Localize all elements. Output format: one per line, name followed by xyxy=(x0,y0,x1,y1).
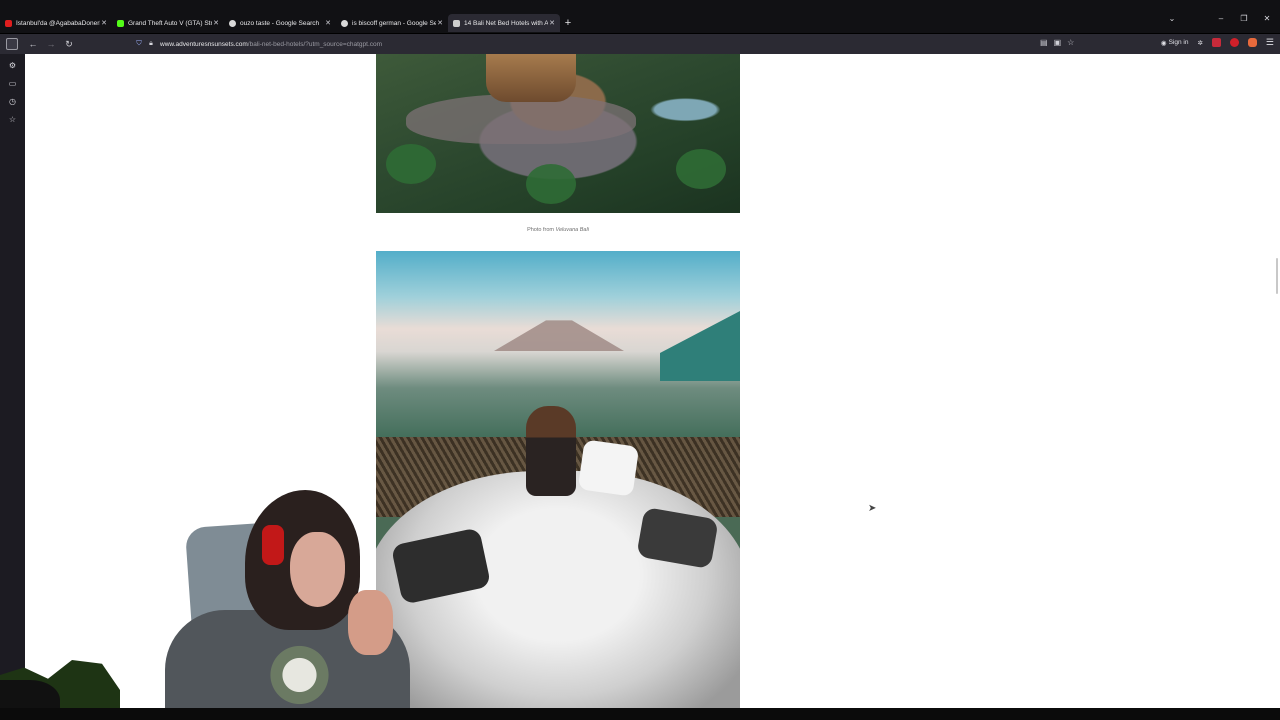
account-icon: ◉ xyxy=(1160,39,1167,47)
page-favicon-icon xyxy=(453,19,460,27)
tab-strip: İstanbul'da @AgababaDonerR ✕ Grand Theft… xyxy=(0,0,1280,34)
reader-view-icon[interactable]: ▤ xyxy=(1040,38,1048,47)
google-favicon-icon xyxy=(341,19,348,27)
navigation-toolbar: ← → ↻ ⛉ 🔒︎ www.adventuresnsunsets.com/ba… xyxy=(0,34,1280,54)
minimize-button[interactable]: – xyxy=(1216,14,1226,23)
sign-in-label: Sign in xyxy=(1168,39,1189,46)
synced-tabs-icon[interactable]: ▭ xyxy=(7,78,18,89)
tab-label: ouzo taste - Google Search xyxy=(240,19,320,27)
tab-label: Grand Theft Auto V (GTA) Stre xyxy=(128,19,212,27)
lock-icon[interactable]: 🔒︎ xyxy=(146,40,156,48)
photo-caption: Photo from Veluvana Bali xyxy=(376,227,740,233)
tab-ouzo[interactable]: ouzo taste - Google Search ✕ xyxy=(224,14,336,32)
tab-gta[interactable]: Grand Theft Auto V (GTA) Stre ✕ xyxy=(112,14,224,32)
extension-badge-icon[interactable] xyxy=(1211,38,1221,47)
url-bar[interactable]: ⛉ 🔒︎ www.adventuresnsunsets.com/bali-net… xyxy=(134,36,1086,52)
bottom-edge xyxy=(0,708,1280,720)
photo-palm-shape xyxy=(526,164,576,204)
forward-button[interactable]: → xyxy=(44,37,58,51)
page-scrollbar[interactable] xyxy=(1276,258,1278,294)
youtube-favicon-icon xyxy=(5,19,12,27)
hamburger-menu-icon[interactable]: ☰ xyxy=(1266,37,1274,48)
tab-label: 14 Bali Net Bed Hotels with Am xyxy=(464,19,548,27)
window-controls: ⌄ – ❐ ✕ xyxy=(1167,14,1272,23)
extensions-icon[interactable]: ✲ xyxy=(1197,39,1202,47)
webcam-shirt-print-shape xyxy=(262,645,337,705)
photo-pillow-shape xyxy=(577,439,640,497)
url-domain: www.adventuresnsunsets.com xyxy=(160,40,248,48)
webcam-overlay xyxy=(0,470,420,720)
tracking-protection-icon[interactable]: ⛉ xyxy=(134,40,144,48)
photo-palm-shape xyxy=(386,144,436,184)
tab-close-icon[interactable]: ✕ xyxy=(436,19,444,27)
sign-in-button[interactable]: ◉ Sign in xyxy=(1161,39,1189,47)
close-window-button[interactable]: ✕ xyxy=(1262,14,1272,23)
hotel-photo-veluvana xyxy=(376,54,740,213)
photo-mountain-shape xyxy=(494,320,624,351)
hotel-photo-net-bed xyxy=(376,251,740,708)
bookmark-star-icon[interactable]: ☆ xyxy=(1067,38,1074,47)
url-path: /bali-net-bed-hotels/?utm_source=chatgpt… xyxy=(247,40,383,48)
extension-red-icon[interactable] xyxy=(1229,38,1239,47)
tab-close-icon[interactable]: ✕ xyxy=(548,19,556,27)
mouse-cursor-icon: ➤ xyxy=(868,503,877,514)
reload-button[interactable]: ↻ xyxy=(62,37,76,51)
restore-button[interactable]: ❐ xyxy=(1239,14,1249,23)
tab-istanbul[interactable]: İstanbul'da @AgababaDonerR ✕ xyxy=(0,14,112,32)
list-all-tabs-button[interactable]: ⌄ xyxy=(1167,14,1177,23)
google-favicon-icon xyxy=(229,19,236,27)
tab-close-icon[interactable]: ✕ xyxy=(324,19,332,27)
caption-prefix: Photo from xyxy=(527,227,556,233)
photo-hut-shape xyxy=(486,54,576,102)
tab-close-icon[interactable]: ✕ xyxy=(100,19,108,27)
new-tab-button[interactable]: + xyxy=(560,17,576,29)
webcam-headset-shape xyxy=(262,525,284,565)
history-icon[interactable]: ◷ xyxy=(7,96,18,107)
photo-palm-shape xyxy=(676,149,726,189)
tab-close-icon[interactable]: ✕ xyxy=(212,19,220,27)
url-actions: ▤ ▣ ☆ xyxy=(1040,38,1074,47)
caption-source: Veluvana Bali xyxy=(555,227,589,233)
toolbar-right: ◉ Sign in ✲ ☰ xyxy=(1161,37,1274,48)
webcam-hand-shape xyxy=(348,590,393,655)
url-text[interactable]: www.adventuresnsunsets.com/bali-net-bed-… xyxy=(160,41,382,48)
tab-label: is biscoff german - Google Sea xyxy=(352,19,436,27)
tab-list: İstanbul'da @AgababaDonerR ✕ Grand Theft… xyxy=(0,14,576,32)
tab-biscoff[interactable]: is biscoff german - Google Sea ✕ xyxy=(336,14,448,32)
kick-favicon-icon xyxy=(117,19,124,27)
extension-shield-icon[interactable] xyxy=(1247,38,1257,47)
back-button[interactable]: ← xyxy=(26,37,40,51)
bookmarks-icon[interactable]: ☆ xyxy=(7,114,18,125)
photo-hill-shape xyxy=(660,311,740,381)
webcam-face-shape xyxy=(290,532,345,607)
tab-bali-net-bed[interactable]: 14 Bali Net Bed Hotels with Am ✕ xyxy=(448,14,560,32)
screenshot-icon[interactable]: ▣ xyxy=(1054,38,1062,47)
sidebar-toggle-button[interactable] xyxy=(6,38,18,50)
ai-chatbot-icon[interactable]: ⚙ xyxy=(7,60,18,71)
tab-label: İstanbul'da @AgababaDonerR xyxy=(16,19,100,27)
browser-window: İstanbul'da @AgababaDonerR ✕ Grand Theft… xyxy=(0,0,1280,720)
photo-person-shape xyxy=(526,406,576,496)
